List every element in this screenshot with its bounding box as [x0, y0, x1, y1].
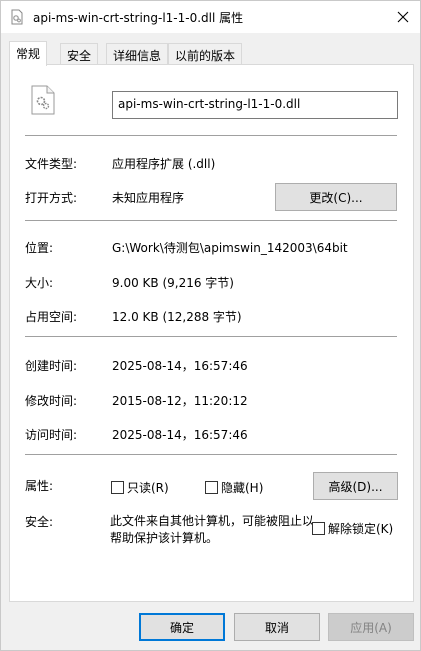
location-value: G:\Work\待测包\apimswin_142003\64bit — [112, 241, 348, 255]
divider — [25, 220, 397, 221]
cancel-button[interactable]: 取消 — [234, 613, 320, 641]
apply-button[interactable]: 应用(A) — [328, 613, 414, 641]
size-on-disk-value: 12.0 KB (12,288 字节) — [112, 310, 242, 324]
security-message: 此文件来自其他计算机，可能被阻止以帮助保护该计算机。 — [110, 514, 315, 545]
readonly-checkbox[interactable]: 只读(R) — [111, 479, 169, 496]
attributes-label: 属性: — [25, 479, 54, 493]
security-label: 安全: — [25, 515, 54, 529]
created-value: 2025-08-14，16:57:46 — [112, 359, 248, 373]
change-button[interactable]: 更改(C)... — [275, 183, 397, 211]
close-icon — [397, 11, 409, 23]
general-panel: api-ms-win-crt-string-l1-1-0.dll 文件类型: 应… — [9, 64, 414, 602]
unblock-checkbox-box[interactable] — [312, 522, 325, 535]
modified-label: 修改时间: — [25, 394, 78, 408]
file-type-label: 文件类型: — [25, 157, 78, 171]
hidden-checkbox[interactable]: 隐藏(H) — [205, 479, 263, 496]
window-title: api-ms-win-crt-string-l1-1-0.dll 属性 — [33, 11, 244, 25]
tab-strip: 常规 安全 详细信息 以前的版本 — [9, 41, 414, 66]
filename-field[interactable]: api-ms-win-crt-string-l1-1-0.dll — [112, 91, 398, 119]
size-label: 大小: — [25, 276, 54, 290]
size-value: 9.00 KB (9,216 字节) — [112, 276, 234, 290]
title-bar: api-ms-win-crt-string-l1-1-0.dll 属性 — [1, 1, 420, 33]
open-with-value: 未知应用程序 — [112, 191, 185, 205]
created-label: 创建时间: — [25, 359, 78, 373]
unblock-checkbox[interactable]: 解除锁定(K) — [312, 520, 393, 537]
modified-value: 2015-08-12，11:20:12 — [112, 394, 248, 408]
ok-button[interactable]: 确定 — [139, 613, 225, 641]
tab-previous-versions[interactable]: 以前的版本 — [168, 43, 243, 65]
readonly-checkbox-box[interactable] — [111, 481, 124, 494]
file-type-value: 应用程序扩展 (.dll) — [112, 157, 216, 171]
tab-security[interactable]: 安全 — [60, 43, 99, 65]
advanced-button[interactable]: 高级(D)... — [313, 472, 398, 500]
file-icon — [9, 9, 25, 25]
open-with-label: 打开方式: — [25, 191, 78, 205]
divider — [25, 336, 397, 337]
hidden-label: 隐藏(H) — [221, 481, 264, 495]
size-on-disk-label: 占用空间: — [25, 310, 78, 324]
accessed-value: 2025-08-14，16:57:46 — [112, 428, 248, 442]
accessed-label: 访问时间: — [25, 428, 78, 442]
location-label: 位置: — [25, 241, 54, 255]
tab-details[interactable]: 详细信息 — [106, 43, 169, 65]
properties-window: api-ms-win-crt-string-l1-1-0.dll 属性 常规 安… — [0, 0, 421, 651]
hidden-checkbox-box[interactable] — [205, 481, 218, 494]
readonly-label: 只读(R) — [127, 481, 169, 495]
tab-general[interactable]: 常规 — [9, 41, 48, 66]
dll-file-icon — [31, 85, 55, 115]
unblock-label: 解除锁定(K) — [328, 522, 394, 536]
divider — [25, 454, 397, 455]
close-button[interactable] — [386, 1, 420, 33]
divider — [25, 135, 397, 136]
